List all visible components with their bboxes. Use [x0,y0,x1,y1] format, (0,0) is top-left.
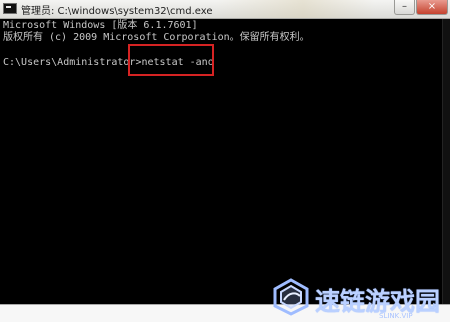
console-line-copyright: 版权所有 (c) 2009 Microsoft Corporation。保留所有… [3,32,310,43]
window-title: 管理员: C:\windows\system32\cmd.exe [21,6,213,17]
site-watermark: 速链游戏园 SLINK.VIP [271,278,440,322]
window-title-bar[interactable]: 管理员: C:\windows\system32\cmd.exe – × [0,0,450,19]
console-line-command: C:\Users\Administrator>netstat -ano [3,57,214,68]
watermark-logo-icon [273,278,309,316]
window-controls: – × [393,0,448,15]
command-console[interactable]: Microsoft Windows [版本 6.1.7601] 版权所有 (c)… [0,19,450,305]
title-bar-shadow [215,0,375,18]
watermark-domain: SLINK.VIP [379,312,413,320]
watermark-brand: 速链游戏园 [315,287,441,316]
vertical-scrollbar[interactable] [442,19,450,305]
console-line-version: Microsoft Windows [版本 6.1.7601] [3,20,198,31]
close-button[interactable]: × [416,0,448,15]
minimize-button[interactable]: – [394,0,415,15]
command-prompt-icon [3,3,17,14]
